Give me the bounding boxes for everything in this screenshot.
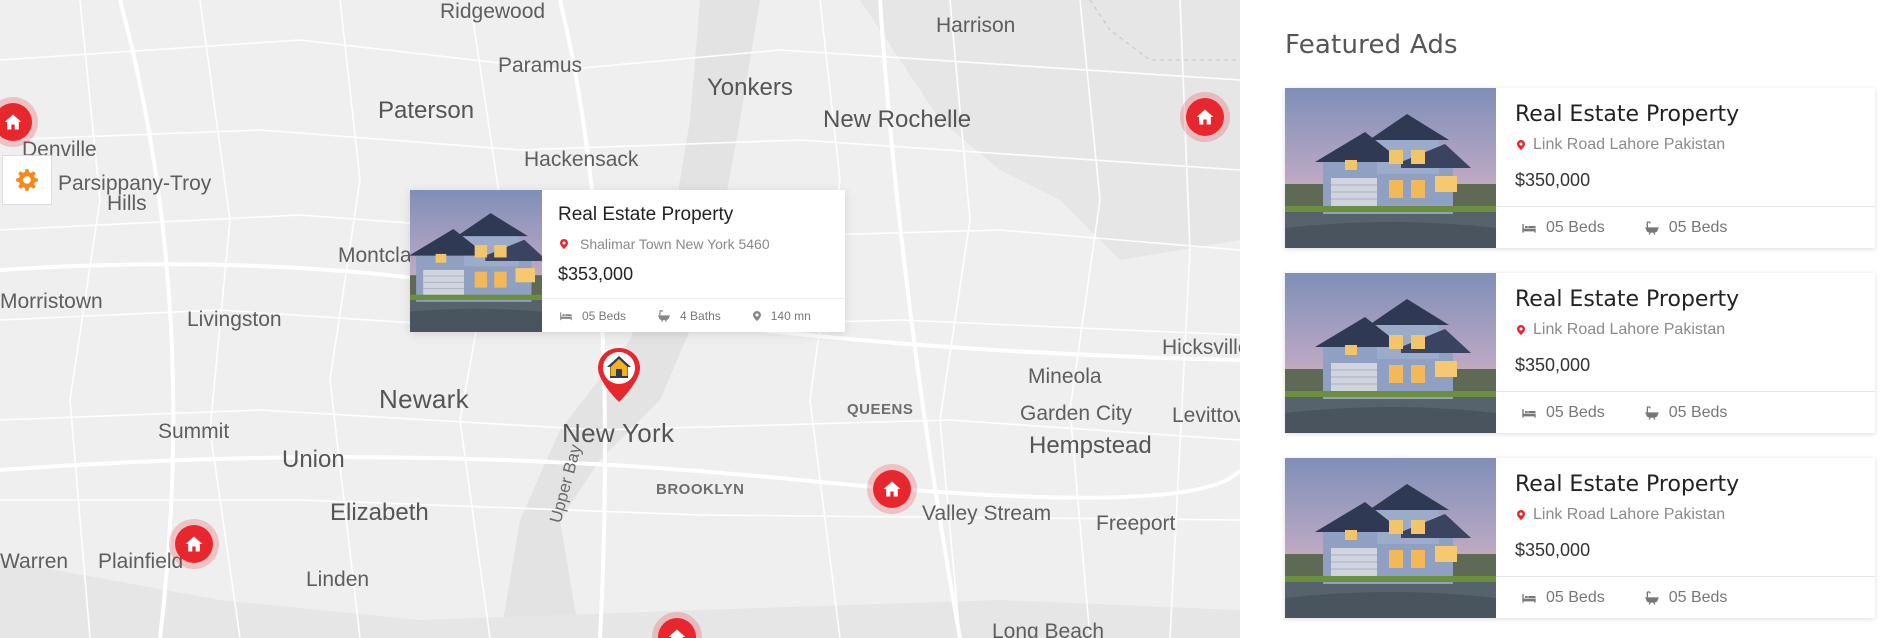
property-photo[interactable]: [1285, 458, 1496, 618]
home-icon: [667, 627, 687, 638]
home-icon: [184, 534, 204, 554]
place-label: Union: [282, 446, 345, 473]
ad-card[interactable]: Real Estate Property Link Road Lahore Pa…: [1285, 88, 1875, 248]
ad-address: Link Road Lahore Pakistan: [1533, 321, 1726, 338]
place-label: Long Beach: [992, 620, 1105, 638]
place-label: Elizabeth: [330, 499, 429, 526]
map-info-popup[interactable]: Real Estate Property Shalimar Town New Y…: [410, 190, 845, 332]
bed-icon: [1520, 590, 1538, 606]
place-label: Ridgewood: [440, 0, 546, 23]
home-icon: [1195, 107, 1215, 127]
place-label: Yonkers: [707, 74, 793, 101]
ad-meta: 05 Beds 05 Beds: [1496, 576, 1875, 618]
place-label: Hicksville: [1162, 336, 1240, 359]
bath-icon: [1643, 405, 1661, 421]
place-label: New Rochelle: [823, 106, 972, 133]
ad-card[interactable]: Real Estate Property Link Road Lahore Pa…: [1285, 458, 1875, 618]
bath-icon: [1643, 220, 1661, 236]
map-settings-button[interactable]: [2, 155, 52, 205]
bath-icon: [656, 309, 672, 323]
location-pin-icon: [1515, 322, 1527, 338]
place-label: Newark: [379, 384, 469, 414]
location-pin-icon: [1515, 507, 1527, 523]
map-area[interactable]: Ridgewood Harrison Paramus Yonkers Pater…: [0, 0, 1240, 638]
home-icon: [882, 479, 902, 499]
place-label: Hills: [107, 192, 147, 215]
property-photo[interactable]: [1285, 88, 1496, 248]
ad-title[interactable]: Real Estate Property: [1515, 472, 1739, 497]
ad-beds: 05 Beds: [1546, 218, 1605, 236]
ad-meta: 05 Beds 05 Beds: [1496, 391, 1875, 433]
selected-location-pin-icon[interactable]: [595, 346, 643, 404]
bed-icon: [558, 309, 574, 323]
featured-ads-sidebar: Featured Ads Real Estate Property Link R…: [1240, 0, 1887, 638]
ad-beds: 05 Beds: [1546, 588, 1605, 606]
place-label: QUEENS: [847, 401, 914, 418]
place-label: Paterson: [378, 97, 475, 124]
location-pin-icon: [751, 309, 763, 323]
place-label: Hackensack: [524, 148, 639, 171]
property-photo: [410, 190, 542, 332]
ad-title[interactable]: Real Estate Property: [1515, 287, 1739, 312]
place-label: Morristown: [0, 290, 103, 313]
place-label: Freeport: [1096, 512, 1176, 535]
popup-price: $353,000: [558, 264, 634, 284]
location-pin-icon: [558, 237, 570, 251]
ad-address: Link Road Lahore Pakistan: [1533, 506, 1726, 523]
gear-icon: [16, 169, 38, 191]
place-label: Levittov: [1172, 404, 1240, 427]
property-photo[interactable]: [1285, 273, 1496, 433]
place-label: Hempstead: [1029, 432, 1152, 459]
popup-beds: 05 Beds: [582, 308, 627, 323]
ad-price: $350,000: [1515, 170, 1591, 190]
place-label: Garden City: [1020, 402, 1133, 425]
ad-baths: 05 Beds: [1668, 588, 1728, 606]
popup-distance: 140 mn: [770, 308, 811, 323]
property-marker[interactable]: [873, 470, 911, 508]
ad-price: $350,000: [1515, 540, 1591, 560]
place-label: Livingston: [187, 308, 282, 331]
ad-beds: 05 Beds: [1546, 403, 1605, 421]
place-label: Summit: [158, 420, 230, 443]
ad-price: $350,000: [1515, 355, 1591, 375]
property-marker[interactable]: [1186, 98, 1224, 136]
place-label: Plainfield: [98, 550, 184, 573]
place-label: Warren: [0, 550, 69, 573]
ad-baths: 05 Beds: [1668, 218, 1728, 236]
home-icon: [3, 112, 23, 132]
ad-address: Link Road Lahore Pakistan: [1533, 136, 1726, 153]
ad-meta: 05 Beds 05 Beds: [1496, 206, 1875, 248]
popup-address: Shalimar Town New York 5460: [580, 236, 770, 252]
popup-meta: 05 Beds 4 Baths 140 mn: [542, 298, 845, 332]
place-label: Mineola: [1028, 365, 1102, 388]
place-label: New York: [562, 418, 675, 448]
place-label: BROOKLYN: [656, 481, 745, 498]
property-marker[interactable]: [175, 525, 213, 563]
place-label: Valley Stream: [922, 502, 1052, 525]
place-label: Harrison: [936, 14, 1016, 37]
location-pin-icon: [1515, 137, 1527, 153]
ad-baths: 05 Beds: [1668, 403, 1728, 421]
popup-baths: 4 Baths: [680, 308, 721, 323]
bath-icon: [1643, 590, 1661, 606]
featured-ads-heading: Featured Ads: [1285, 30, 1458, 60]
ad-title[interactable]: Real Estate Property: [1515, 102, 1739, 127]
ad-card[interactable]: Real Estate Property Link Road Lahore Pa…: [1285, 273, 1875, 433]
place-label: Linden: [306, 568, 370, 591]
place-label: Montcla: [338, 244, 412, 267]
place-label: Paramus: [498, 54, 583, 77]
bed-icon: [1520, 405, 1538, 421]
bed-icon: [1520, 220, 1538, 236]
popup-title[interactable]: Real Estate Property: [558, 204, 845, 226]
